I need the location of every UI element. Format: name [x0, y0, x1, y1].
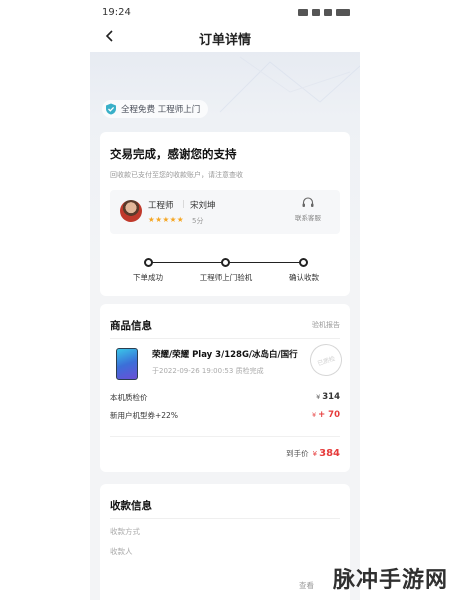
guarantee-text: 全程免费 工程师上门: [121, 105, 201, 115]
price-row-coupon: 新用户机型券+22% ¥ + 70: [110, 410, 340, 424]
contact-label: 联系客服: [295, 214, 321, 222]
price-label: 本机质检价: [110, 393, 148, 402]
step-label-3: 确认收款: [289, 273, 319, 282]
page-title: 订单详情: [198, 33, 251, 48]
product-name: 荣耀/荣耀 Play 3/128G/冰岛白/国行: [152, 350, 298, 360]
price-row-inspection: 本机质检价 ¥314: [110, 392, 340, 406]
rating-score: 5分: [192, 217, 204, 225]
progress-steps: 下单成功 工程师上门验机 确认收款: [100, 258, 350, 288]
page-content: 全程免费 工程师上门 交易完成，感谢您的支持 回收款已支付至您的收款账户，请注意…: [90, 52, 360, 600]
currency-symbol: ¥: [312, 450, 318, 458]
divider: [110, 436, 340, 437]
guarantee-badge: 全程免费 工程师上门: [102, 100, 209, 118]
avatar: [120, 200, 142, 222]
final-price-row: 到手价 ¥384: [286, 448, 340, 459]
inspection-time: 于2022-09-26 19:00:53 质检完成: [152, 367, 264, 375]
engineer-info: 工程师 | 宋刘坤 ★★★★★ 5分 联系客服: [110, 190, 340, 234]
engineer-name: 宋刘坤: [190, 201, 216, 211]
coupon-amount: + 70: [318, 410, 340, 420]
rating-stars: ★★★★★: [148, 215, 185, 224]
shield-icon: [106, 103, 116, 115]
site-watermark: 脉冲手游网: [332, 568, 448, 593]
currency-symbol: ¥: [316, 393, 321, 401]
divider: [110, 338, 340, 339]
goods-section-title: 商品信息: [110, 320, 152, 332]
headset-icon: [302, 197, 314, 207]
product-image: [116, 348, 138, 380]
status-time: 19:24: [102, 6, 131, 18]
status-bar: 19:24: [0, 0, 450, 24]
coupon-label: 新用户机型券+22%: [110, 411, 178, 420]
background-decoration: [219, 56, 360, 113]
currency-symbol: ¥: [311, 411, 317, 419]
final-price-value: 384: [319, 448, 340, 459]
contact-service-button[interactable]: 联系客服: [290, 196, 326, 222]
battery-icon: [336, 8, 350, 16]
header: 订单详情: [90, 24, 360, 52]
step-dot-3: [299, 258, 308, 267]
inspected-stamp: 已质检: [305, 339, 347, 381]
inspection-report-link[interactable]: 验机报告: [312, 320, 340, 330]
engineer-role: 工程师: [148, 201, 174, 211]
coupon-value: ¥ + 70: [312, 410, 340, 420]
signal-icon: [298, 8, 308, 16]
status-icons: [298, 8, 350, 16]
payment-method-label: 收款方式: [110, 527, 140, 536]
price-amount: 314: [322, 392, 340, 402]
separator: |: [182, 199, 185, 208]
payee-label: 收款人: [110, 547, 133, 556]
step-dot-1: [144, 258, 153, 267]
step-label-2: 工程师上门验机: [199, 273, 253, 282]
step-dot-2: [221, 258, 230, 267]
goods-info-card: 商品信息 验机报告 荣耀/荣耀 Play 3/128G/冰岛白/国行 于2022…: [100, 304, 350, 472]
status-title: 交易完成，感谢您的支持: [110, 147, 237, 161]
step-label-1: 下单成功: [133, 273, 163, 282]
status-subtitle: 回收款已支付至您的收款账户，请注意查收: [110, 171, 243, 179]
view-link[interactable]: 查看: [299, 580, 314, 591]
divider: [110, 518, 340, 519]
order-status-card: 交易完成，感谢您的支持 回收款已支付至您的收款账户，请注意查收 工程师 | 宋刘…: [100, 132, 350, 296]
price-value: ¥314: [316, 392, 340, 402]
payment-section-title: 收款信息: [110, 500, 152, 512]
network-icon: [312, 8, 320, 16]
wifi-icon: [324, 8, 332, 16]
final-price-label: 到手价: [286, 449, 309, 458]
